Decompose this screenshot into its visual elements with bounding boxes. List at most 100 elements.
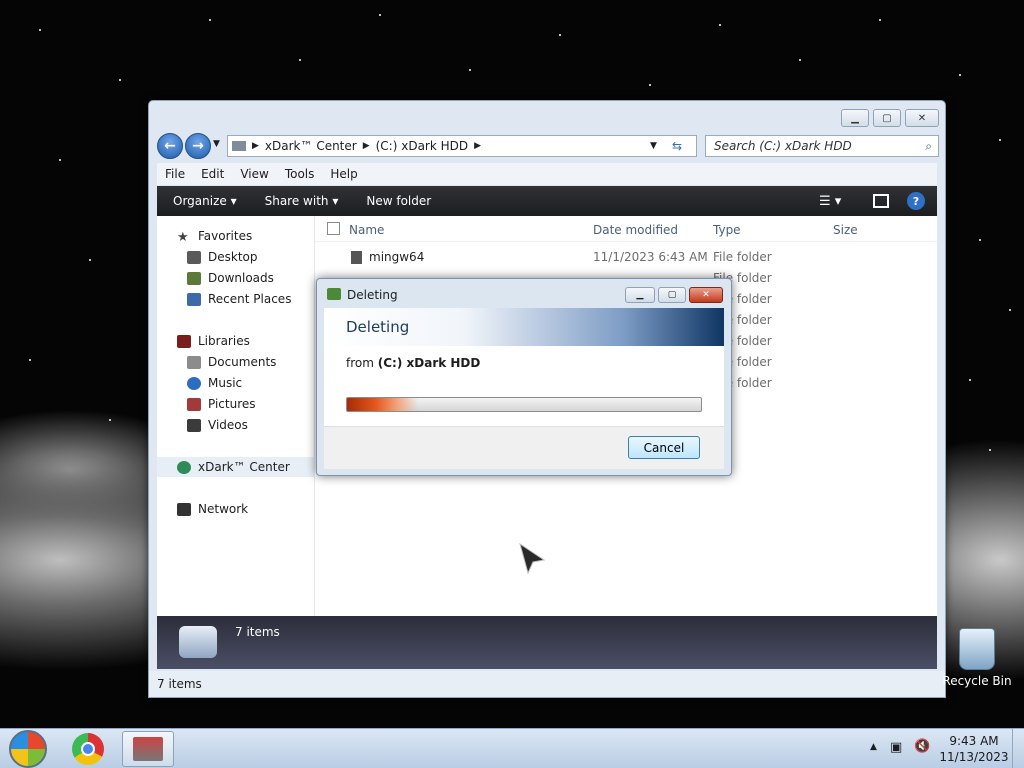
star-icon: ★ — [177, 229, 189, 245]
back-button[interactable]: ← — [157, 133, 183, 159]
nav-network[interactable]: Network — [177, 499, 248, 519]
computer-drive-icon — [177, 460, 191, 474]
show-hidden-icons-icon[interactable]: ▲ — [870, 742, 877, 752]
minimize-button[interactable]: ▁ — [841, 109, 869, 127]
back-arrow-icon: ← — [164, 138, 176, 154]
nav-recent-places-label: Recent Places — [208, 292, 292, 306]
nav-libraries-label: Libraries — [198, 334, 250, 348]
view-options-icon[interactable]: ☰ ▾ — [819, 194, 841, 209]
nav-network-label: Network — [198, 502, 249, 516]
status-bar: 7 items — [149, 671, 945, 697]
nav-computer[interactable]: xDark™ Center — [157, 457, 315, 477]
dialog-maximize-button[interactable]: ▢ — [658, 287, 686, 303]
clock-time: 9:43 AM — [949, 734, 999, 748]
nav-desktop[interactable]: Desktop — [187, 247, 258, 267]
search-placeholder: Search (C:) xDark HDD — [714, 139, 852, 153]
nav-recent-places[interactable]: Recent Places — [187, 289, 291, 309]
progress-fill — [347, 398, 418, 411]
start-button[interactable] — [2, 730, 54, 768]
chevron-right-icon: ▶ — [362, 141, 370, 151]
menu-help[interactable]: Help — [330, 167, 357, 181]
volume-muted-icon[interactable]: 🔇 — [914, 739, 930, 754]
desktop-icon — [187, 250, 201, 264]
share-with-button[interactable]: Share with ▾ — [265, 194, 339, 208]
maximize-button[interactable]: ▢ — [873, 109, 901, 127]
nav-favorites[interactable]: ★ Favorites — [177, 226, 252, 246]
drive-icon — [179, 626, 217, 658]
from-label: from — [346, 356, 374, 370]
row-type: File folder — [713, 250, 772, 264]
forward-button[interactable]: → — [185, 133, 211, 159]
downloads-icon — [187, 271, 201, 285]
table-row[interactable]: mingw64 11/1/2023 6:43 AM File folder — [315, 247, 937, 268]
nav-favorites-label: Favorites — [198, 229, 253, 243]
nav-desktop-label: Desktop — [208, 250, 258, 264]
menu-edit[interactable]: Edit — [201, 167, 224, 181]
address-row: ← → ▼ ▶ xDark™ Center ▶ (C:) xDark HDD ▶… — [157, 133, 939, 159]
libraries-icon — [177, 334, 191, 348]
recycle-bin[interactable]: Recycle Bin — [940, 628, 1014, 688]
show-desktop-button[interactable] — [1012, 729, 1024, 768]
recycle-bin-icon — [959, 628, 995, 670]
dialog-close-button[interactable]: ✕ — [689, 287, 723, 303]
dialog-source-line: from (C:) xDark HDD — [346, 356, 480, 370]
refresh-icon[interactable]: ⇆ — [672, 139, 682, 153]
menu-tools[interactable]: Tools — [285, 167, 315, 181]
dialog-heading: Deleting — [324, 308, 724, 346]
menu-view[interactable]: View — [240, 167, 268, 181]
breadcrumb-computer[interactable]: xDark™ Center — [265, 139, 357, 153]
column-size[interactable]: Size — [833, 223, 858, 237]
address-dropdown[interactable]: ▼ — [650, 141, 657, 151]
taskbar-explorer-button[interactable] — [122, 731, 174, 767]
windows-logo-icon — [9, 730, 47, 768]
nav-documents[interactable]: Documents — [187, 352, 276, 372]
preview-pane-icon[interactable] — [873, 194, 889, 208]
organize-label: Organize — [173, 194, 227, 208]
delete-progress-icon — [327, 288, 341, 300]
clock-date: 11/13/2023 — [939, 750, 1009, 764]
recent-pages-dropdown[interactable]: ▼ — [213, 139, 220, 149]
status-item-count: 7 items — [157, 677, 202, 691]
share-with-label: Share with — [264, 194, 329, 208]
documents-icon — [187, 355, 201, 369]
menu-file[interactable]: File — [165, 167, 185, 181]
dialog-minimize-button[interactable]: ▁ — [625, 287, 655, 303]
system-clock[interactable]: 9:43 AM 11/13/2023 — [938, 733, 1010, 765]
new-folder-button[interactable]: New folder — [366, 194, 431, 208]
recent-places-icon — [187, 292, 201, 306]
select-all-checkbox[interactable] — [327, 222, 340, 235]
nav-music[interactable]: Music — [187, 373, 242, 393]
nav-downloads[interactable]: Downloads — [187, 268, 274, 288]
chrome-icon — [72, 733, 104, 765]
network-icon — [177, 502, 191, 516]
help-icon[interactable]: ? — [907, 192, 925, 210]
deleting-dialog: Deleting ▁ ▢ ✕ Deleting from (C:) xDark … — [316, 278, 732, 476]
breadcrumb-drive[interactable]: (C:) xDark HDD — [376, 139, 469, 153]
progress-bar — [346, 397, 702, 412]
nav-libraries[interactable]: Libraries — [177, 331, 250, 351]
search-icon[interactable]: ⌕ — [925, 139, 932, 154]
organize-button[interactable]: Organize ▾ — [173, 194, 237, 208]
column-date-modified[interactable]: Date modified — [593, 223, 678, 237]
nav-pictures[interactable]: Pictures — [187, 394, 256, 414]
videos-icon — [187, 418, 201, 432]
nav-videos[interactable]: Videos — [187, 415, 248, 435]
address-bar[interactable]: ▶ xDark™ Center ▶ (C:) xDark HDD ▶ ▼ ⇆ — [227, 135, 697, 157]
chevron-right-icon: ▶ — [252, 141, 259, 151]
column-name[interactable]: Name — [349, 223, 384, 237]
cancel-button[interactable]: Cancel — [628, 436, 700, 459]
nav-documents-label: Documents — [208, 355, 277, 369]
folder-icon — [351, 251, 362, 264]
column-type[interactable]: Type — [713, 223, 741, 237]
search-input[interactable]: Search (C:) xDark HDD ⌕ — [705, 135, 939, 157]
row-name: mingw64 — [369, 250, 425, 264]
taskbar: ▲ ▣ 🔇 9:43 AM 11/13/2023 — [0, 728, 1024, 768]
menu-bar: File Edit View Tools Help — [157, 163, 937, 185]
close-button[interactable]: ✕ — [905, 109, 939, 127]
computer-icon — [232, 141, 246, 151]
network-tray-icon[interactable]: ▣ — [890, 740, 902, 755]
row-date: 11/1/2023 6:43 AM — [593, 250, 708, 264]
column-header: Name Date modified Type Size — [315, 216, 937, 242]
dialog-footer: Cancel — [324, 426, 724, 469]
taskbar-chrome-button[interactable] — [62, 731, 114, 767]
